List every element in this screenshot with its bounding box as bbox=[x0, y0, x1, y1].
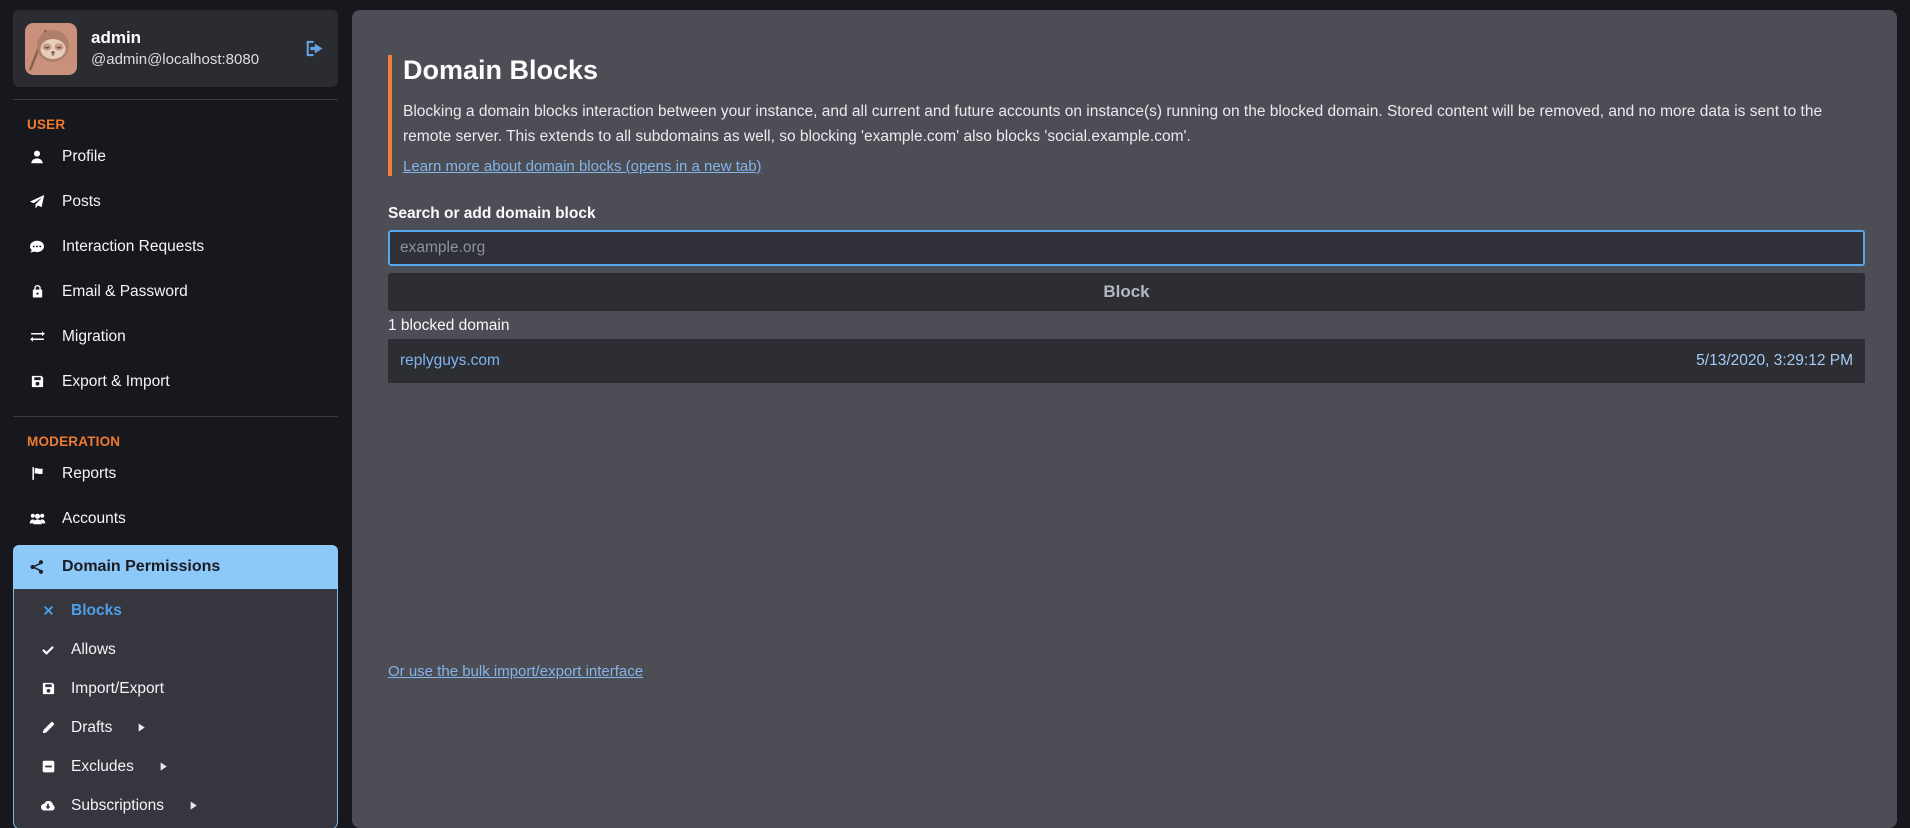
submenu-item-label: Drafts bbox=[71, 719, 112, 737]
divider bbox=[13, 99, 338, 100]
check-icon bbox=[39, 642, 57, 658]
search-label: Search or add domain block bbox=[388, 205, 1865, 223]
sign-out-icon[interactable] bbox=[303, 38, 324, 59]
submenu-item-subscriptions[interactable]: Subscriptions bbox=[14, 786, 337, 825]
caret-right-icon bbox=[157, 760, 170, 773]
sidebar-item-interaction-requests[interactable]: Interaction Requests bbox=[13, 224, 338, 269]
blocked-domain-date: 5/13/2020, 3:29:12 PM bbox=[1696, 352, 1853, 370]
submenu-item-label: Import/Export bbox=[71, 680, 164, 698]
blocked-count: 1 blocked domain bbox=[388, 317, 1865, 335]
paper-plane-icon bbox=[27, 194, 47, 210]
user-icon bbox=[27, 149, 47, 165]
submenu-item-label: Excludes bbox=[71, 758, 134, 776]
submenu-item-excludes[interactable]: Excludes bbox=[14, 747, 337, 786]
sidebar-item-reports[interactable]: Reports bbox=[13, 451, 338, 496]
caret-right-icon bbox=[135, 721, 148, 734]
sidebar-item-accounts[interactable]: Accounts bbox=[13, 496, 338, 541]
page-header: Domain Blocks Blocking a domain blocks i… bbox=[388, 55, 1865, 176]
floppy-icon bbox=[39, 681, 57, 696]
sidebar-item-label: Interaction Requests bbox=[62, 238, 204, 256]
user-lock-icon bbox=[27, 284, 47, 299]
caret-right-icon bbox=[187, 799, 200, 812]
blocked-domain-row[interactable]: replyguys.com 5/13/2020, 3:29:12 PM bbox=[388, 339, 1865, 383]
section-label-user: USER bbox=[27, 117, 338, 132]
pencil-icon bbox=[39, 720, 57, 735]
divider bbox=[13, 416, 338, 417]
sidebar-item-posts[interactable]: Posts bbox=[13, 179, 338, 224]
domain-permissions-submenu: Blocks Allows Import/Export Drafts bbox=[13, 589, 338, 828]
sidebar-item-label: Reports bbox=[62, 465, 116, 483]
username: admin bbox=[91, 27, 259, 48]
sidebar-item-label: Domain Permissions bbox=[62, 558, 220, 576]
bulk-import-export-link[interactable]: Or use the bulk import/export interface bbox=[388, 663, 643, 680]
minus-square-icon bbox=[39, 759, 57, 774]
main-panel: Domain Blocks Blocking a domain blocks i… bbox=[352, 10, 1897, 828]
cloud-download-icon bbox=[39, 798, 57, 814]
submenu-item-label: Blocks bbox=[71, 602, 122, 620]
exchange-icon bbox=[27, 328, 47, 345]
avatar bbox=[25, 23, 77, 75]
sidebar-item-export-import[interactable]: Export & Import bbox=[13, 359, 338, 404]
sidebar-item-label: Email & Password bbox=[62, 283, 188, 301]
users-icon bbox=[27, 510, 47, 527]
submenu-item-label: Subscriptions bbox=[71, 797, 164, 815]
user-identity: admin @admin@localhost:8080 bbox=[91, 27, 259, 70]
user-handle: @admin@localhost:8080 bbox=[91, 51, 259, 70]
submenu-item-blocks[interactable]: Blocks bbox=[14, 591, 337, 630]
share-nodes-icon bbox=[27, 559, 47, 575]
sidebar-item-label: Accounts bbox=[62, 510, 126, 528]
block-button[interactable]: Block bbox=[388, 273, 1865, 311]
domain-search-input[interactable] bbox=[388, 230, 1865, 266]
section-label-moderation: MODERATION bbox=[27, 434, 338, 449]
submenu-item-label: Allows bbox=[71, 641, 116, 659]
floppy-icon bbox=[27, 374, 47, 389]
submenu-item-drafts[interactable]: Drafts bbox=[14, 708, 337, 747]
sidebar-item-label: Posts bbox=[62, 193, 101, 211]
sidebar-item-email-password[interactable]: Email & Password bbox=[13, 269, 338, 314]
submenu-item-allows[interactable]: Allows bbox=[14, 630, 337, 669]
page-title: Domain Blocks bbox=[403, 55, 1865, 86]
blocked-domain-link[interactable]: replyguys.com bbox=[400, 352, 500, 370]
flag-icon bbox=[27, 466, 47, 481]
user-card: admin @admin@localhost:8080 bbox=[13, 10, 338, 87]
page-description: Blocking a domain blocks interaction bet… bbox=[403, 99, 1865, 149]
sidebar-item-label: Migration bbox=[62, 328, 126, 346]
xmark-icon bbox=[39, 603, 57, 618]
comment-dots-icon bbox=[27, 239, 47, 255]
learn-more-link[interactable]: Learn more about domain blocks (opens in… bbox=[403, 158, 762, 175]
sidebar-item-profile[interactable]: Profile bbox=[13, 134, 338, 179]
sidebar-item-domain-permissions[interactable]: Domain Permissions bbox=[13, 545, 338, 589]
sidebar: admin @admin@localhost:8080 USER Profile… bbox=[13, 10, 338, 828]
sidebar-item-migration[interactable]: Migration bbox=[13, 314, 338, 359]
sidebar-item-label: Export & Import bbox=[62, 373, 170, 391]
sidebar-item-label: Profile bbox=[62, 148, 106, 166]
submenu-item-import-export[interactable]: Import/Export bbox=[14, 669, 337, 708]
